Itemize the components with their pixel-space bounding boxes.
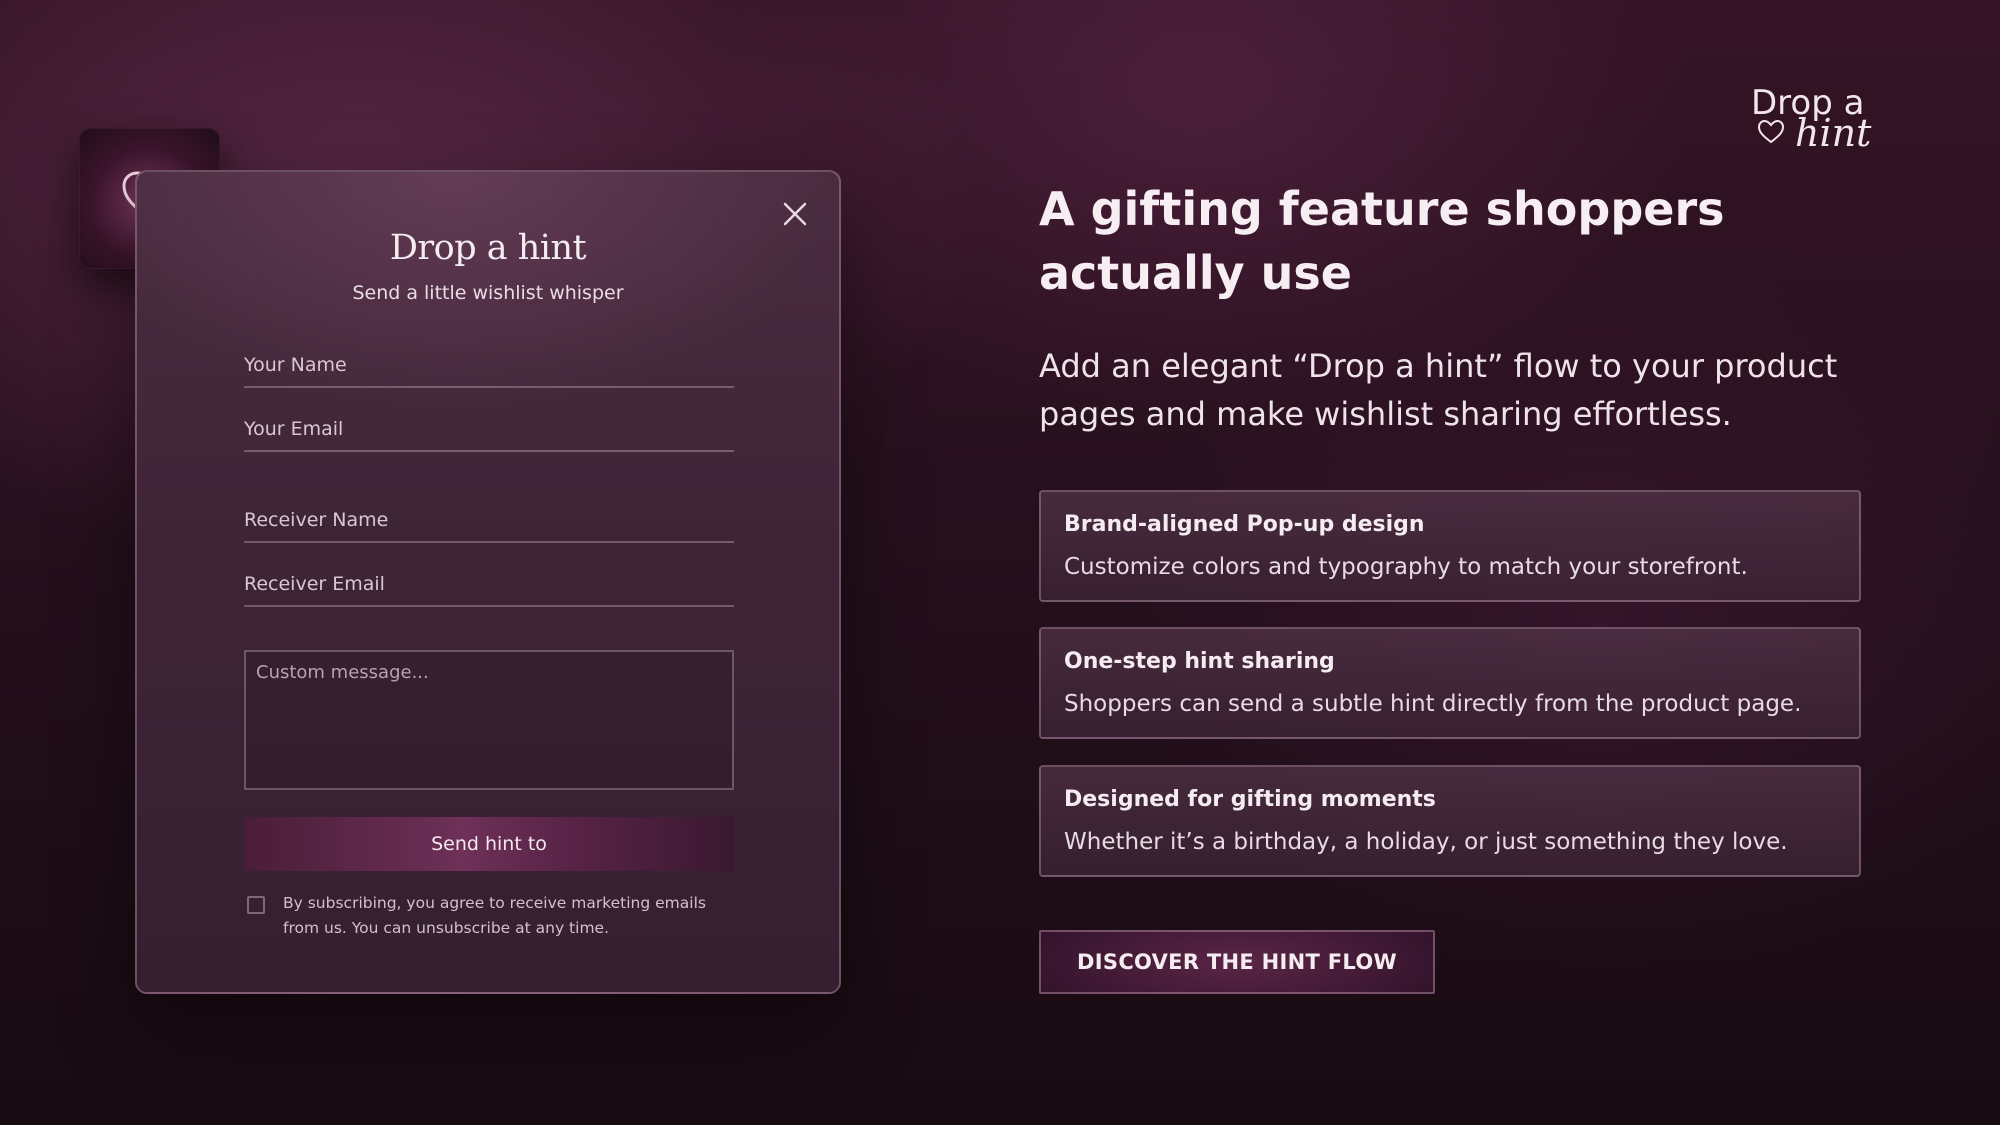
feature-description: Whether it’s a birthday, a holiday, or j…	[1064, 829, 1788, 855]
drop-a-hint-modal: Drop a hint Send a little wishlist whisp…	[135, 170, 841, 994]
feature-card: Designed for gifting moments Whether it’…	[1039, 765, 1861, 877]
heart-icon	[1757, 119, 1785, 144]
receiver-name-field[interactable]: Receiver Name	[244, 499, 734, 543]
receiver-name-placeholder: Receiver Name	[244, 509, 389, 531]
feature-title: Brand-aligned Pop-up design	[1064, 512, 1425, 537]
feature-card: One-step hint sharing Shoppers can send …	[1039, 627, 1861, 739]
your-email-placeholder: Your Email	[244, 418, 344, 440]
feature-description: Customize colors and typography to match…	[1064, 554, 1748, 580]
discover-hint-flow-button[interactable]: DISCOVER THE HINT FLOW	[1039, 930, 1435, 994]
close-button[interactable]	[779, 198, 811, 230]
your-name-field[interactable]: Your Name	[244, 344, 734, 388]
custom-message-placeholder: Custom message...	[256, 662, 429, 683]
feature-title: Designed for gifting moments	[1064, 787, 1436, 812]
your-email-field[interactable]: Your Email	[244, 408, 734, 452]
send-hint-button[interactable]: Send hint to	[244, 817, 734, 871]
feature-card: Brand-aligned Pop-up design Customize co…	[1039, 490, 1861, 602]
modal-title: Drop a hint	[389, 228, 587, 268]
close-icon	[779, 198, 811, 230]
your-name-placeholder: Your Name	[244, 354, 347, 376]
custom-message-textarea[interactable]: Custom message...	[244, 650, 734, 790]
receiver-email-placeholder: Receiver Email	[244, 573, 385, 595]
brand-logo: Drop a hint	[1745, 78, 1885, 158]
receiver-email-field[interactable]: Receiver Email	[244, 563, 734, 607]
consent-checkbox[interactable]	[247, 896, 265, 914]
logo-line-2: hint	[1795, 111, 1872, 155]
modal-subtitle: Send a little wishlist whisper	[352, 282, 624, 304]
consent-text: By subscribing, you agree to receive mar…	[283, 894, 706, 937]
feature-description: Shoppers can send a subtle hint directly…	[1064, 691, 1802, 717]
hero-title: A gifting feature shoppers actually use	[1039, 182, 1725, 300]
feature-title: One-step hint sharing	[1064, 649, 1335, 674]
hero-description: Add an elegant “Drop a hint” flow to you…	[1039, 347, 1838, 433]
